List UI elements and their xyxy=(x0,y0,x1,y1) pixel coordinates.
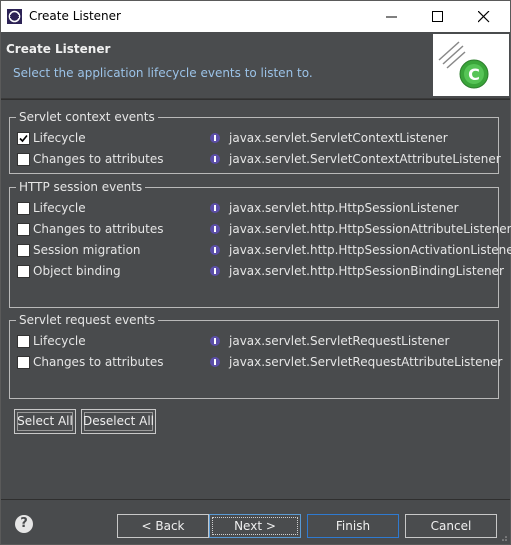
lifecycle-checkbox[interactable] xyxy=(17,335,30,348)
finish-button[interactable]: Finish xyxy=(307,514,399,538)
cancel-label: Cancel xyxy=(430,519,472,533)
session-migration-row: Session migration javax.servlet.http.Htt… xyxy=(17,242,511,260)
object-binding-row: Object binding javax.servlet.http.HttpSe… xyxy=(17,263,504,281)
interface-icon xyxy=(210,357,220,367)
checkbox-label[interactable]: Lifecycle xyxy=(33,333,86,349)
eclipse-icon xyxy=(7,9,22,24)
listener-class-name: javax.servlet.ServletContextAttributeLis… xyxy=(229,152,501,166)
footer-separator xyxy=(1,499,510,500)
interface-icon xyxy=(210,266,220,276)
listener-class-name: javax.servlet.http.HttpSessionActivation… xyxy=(229,243,511,257)
interface-icon xyxy=(210,245,220,255)
class-wizard-icon: C xyxy=(438,41,489,89)
select-all-label: Select All xyxy=(17,414,73,428)
wizard-banner-image: C xyxy=(433,34,509,96)
servlet-request-events-group: Servlet request events Lifecycle javax.s… xyxy=(9,313,502,399)
next-label: Next > xyxy=(234,519,276,533)
checkmark-icon xyxy=(19,134,28,143)
header-separator xyxy=(1,99,510,100)
resize-grip-icon[interactable] xyxy=(500,534,508,542)
interface-icon xyxy=(210,154,220,164)
svg-text:C: C xyxy=(468,65,480,84)
changes-to-attributes-checkbox[interactable] xyxy=(17,223,30,236)
group-title: Servlet context events xyxy=(16,110,158,124)
wizard-header: Create Listener Select the application l… xyxy=(1,32,510,99)
changes-to-attributes-row: Changes to attributes javax.servlet.Serv… xyxy=(17,151,501,169)
interface-icon xyxy=(210,203,220,213)
listener-class-name: javax.servlet.ServletRequestListener xyxy=(229,334,450,348)
changes-to-attributes-row: Changes to attributes javax.servlet.http… xyxy=(17,221,511,239)
window-title: Create Listener xyxy=(29,9,121,23)
changes-to-attributes-row: Changes to attributes javax.servlet.Serv… xyxy=(17,354,502,372)
cancel-button[interactable]: Cancel xyxy=(405,514,497,538)
listener-class-name: javax.servlet.http.HttpSessionAttributeL… xyxy=(229,222,511,236)
listener-class-name: javax.servlet.ServletRequestAttributeLis… xyxy=(229,355,503,369)
servlet-context-events-group: Servlet context events Lifecycle javax.s… xyxy=(9,110,501,174)
checkbox-label[interactable]: Changes to attributes xyxy=(33,221,163,237)
create-listener-dialog: Create Listener Create Listener Select t… xyxy=(0,0,511,545)
checkbox-label[interactable]: Object binding xyxy=(33,263,121,279)
listener-class-name: javax.servlet.http.HttpSessionListener xyxy=(229,201,459,215)
select-all-button[interactable]: Select All xyxy=(14,409,76,434)
deselect-all-button[interactable]: Deselect All xyxy=(81,409,156,434)
close-icon xyxy=(478,11,490,23)
page-description: Select the application lifecycle events … xyxy=(13,66,313,80)
session-migration-checkbox[interactable] xyxy=(17,244,30,257)
close-button[interactable] xyxy=(461,1,507,32)
finish-label: Finish xyxy=(335,519,371,533)
maximize-button[interactable] xyxy=(415,1,461,32)
http-session-events-group: HTTP session events Lifecycle javax.serv… xyxy=(9,180,511,308)
lifecycle-checkbox[interactable] xyxy=(17,132,30,145)
page-title: Create Listener xyxy=(6,42,111,56)
changes-to-attributes-checkbox[interactable] xyxy=(17,356,30,369)
checkbox-label[interactable]: Lifecycle xyxy=(33,200,86,216)
maximize-icon xyxy=(432,11,443,22)
next-button[interactable]: Next > xyxy=(209,514,301,538)
listener-class-name: javax.servlet.http.HttpSessionBindingLis… xyxy=(229,264,504,278)
checkbox-label[interactable]: Changes to attributes xyxy=(33,354,163,370)
checkbox-label[interactable]: Lifecycle xyxy=(33,130,86,146)
interface-icon xyxy=(210,336,220,346)
back-label: < Back xyxy=(141,519,185,533)
group-title: Servlet request events xyxy=(16,313,159,327)
help-icon[interactable]: ? xyxy=(15,515,33,533)
title-bar: Create Listener xyxy=(1,1,510,32)
back-button[interactable]: < Back xyxy=(117,514,209,538)
lifecycle-row: Lifecycle javax.servlet.ServletRequestLi… xyxy=(17,333,487,351)
listener-class-name: javax.servlet.ServletContextListener xyxy=(229,131,448,145)
minimize-icon xyxy=(386,16,397,18)
group-title: HTTP session events xyxy=(16,180,146,194)
checkbox-label[interactable]: Session migration xyxy=(33,242,141,258)
interface-icon xyxy=(210,133,220,143)
deselect-all-label: Deselect All xyxy=(83,414,154,428)
lifecycle-row: Lifecycle javax.servlet.ServletContextLi… xyxy=(17,130,487,148)
lifecycle-row: Lifecycle javax.servlet.http.HttpSession… xyxy=(17,200,487,218)
changes-to-attributes-checkbox[interactable] xyxy=(17,153,30,166)
minimize-button[interactable] xyxy=(369,1,415,32)
checkbox-label[interactable]: Changes to attributes xyxy=(33,151,163,167)
object-binding-checkbox[interactable] xyxy=(17,265,30,278)
interface-icon xyxy=(210,224,220,234)
lifecycle-checkbox[interactable] xyxy=(17,202,30,215)
